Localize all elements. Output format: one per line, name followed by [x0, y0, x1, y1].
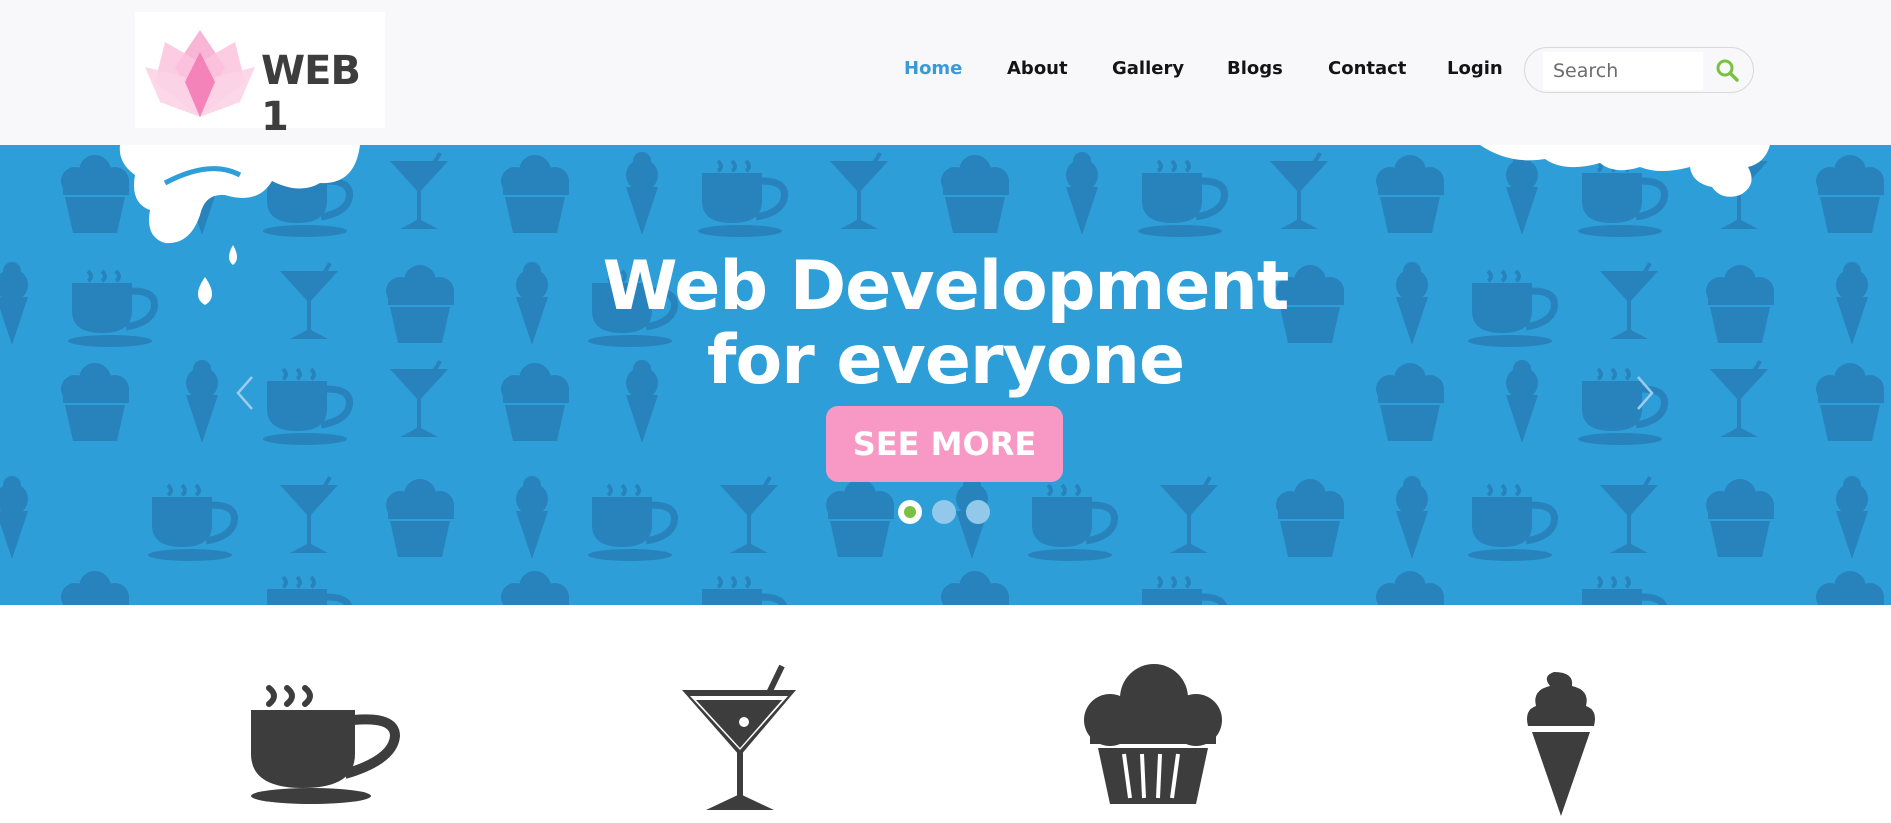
nav-login[interactable]: Login: [1447, 58, 1503, 79]
nav-blogs[interactable]: Blogs: [1227, 58, 1283, 79]
search-box: [1524, 47, 1754, 93]
site-header: WEB 1 Home About Gallery Blogs Contact L…: [0, 0, 1891, 145]
search-icon[interactable]: [1713, 56, 1741, 84]
slide-indicator-1[interactable]: [898, 500, 922, 524]
slide-indicator-2[interactable]: [932, 500, 956, 524]
cupcake-icon: [1084, 664, 1222, 804]
slide-indicator-3[interactable]: [966, 500, 990, 524]
hero-slider: Web Development for everyone SEE MORE: [0, 145, 1891, 605]
nav-home[interactable]: Home: [904, 58, 962, 79]
hero-headline-line-2: for everyone: [706, 321, 1185, 400]
see-more-button[interactable]: SEE MORE: [826, 406, 1063, 482]
coffee-cup-icon: [251, 685, 401, 804]
nav-gallery[interactable]: Gallery: [1112, 58, 1184, 79]
lotus-logo-icon: [145, 30, 255, 117]
martini-glass-icon: [682, 664, 796, 810]
nav-contact[interactable]: Contact: [1328, 58, 1406, 79]
hero-headline-line-1: Web Development: [602, 247, 1290, 326]
ice-cream-cone-icon: [1527, 672, 1595, 816]
logo[interactable]: WEB 1: [135, 12, 385, 140]
search-input[interactable]: [1543, 52, 1703, 90]
nav-about[interactable]: About: [1007, 58, 1068, 79]
logo-text: WEB 1: [261, 48, 361, 140]
